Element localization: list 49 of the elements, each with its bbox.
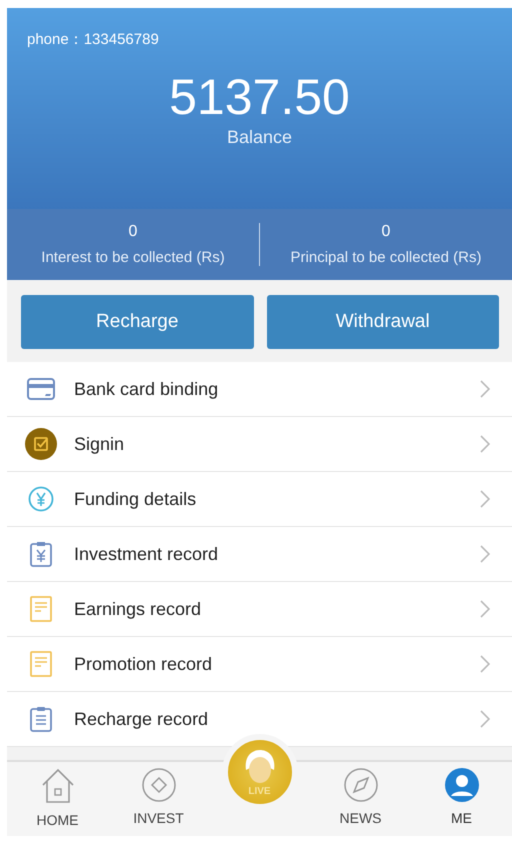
nav-tab[interactable]: ME — [411, 762, 512, 836]
menu-item[interactable]: Signin — [7, 417, 512, 472]
diamond-circle-icon — [142, 768, 176, 802]
phone-number: phone：133456789 — [27, 30, 159, 49]
nav-tab[interactable]: INVEST — [108, 762, 209, 836]
menu-label: Signin — [74, 434, 126, 455]
recharge-button[interactable]: Recharge — [21, 295, 254, 350]
balance-amount: 5137.50 — [169, 69, 350, 125]
chevron-right-icon — [480, 710, 490, 728]
clipboard-icon — [30, 706, 52, 732]
menu-label: Promotion record — [74, 654, 214, 675]
check-icon — [24, 428, 56, 460]
nav-label: NEWS — [340, 810, 382, 826]
nav-label: ME — [451, 810, 472, 826]
stat-value: 0 — [382, 223, 390, 242]
menu-label: Recharge record — [74, 708, 210, 730]
menu-item[interactable]: Promotion record — [7, 637, 512, 692]
chevron-right-icon — [480, 655, 490, 674]
nav-label: HOME — [36, 812, 78, 828]
stat-label: Principal to be collected (Rs) — [290, 249, 482, 266]
yen-icon — [28, 486, 54, 512]
stat-label: Interest to be collected (Rs) — [41, 249, 225, 266]
menu-item[interactable]: Bank card binding — [7, 362, 512, 418]
chevron-right-icon — [480, 380, 490, 398]
menu-item[interactable]: Investment record — [7, 527, 512, 582]
chevron-right-icon — [480, 435, 490, 454]
chevron-right-icon — [480, 545, 490, 564]
user-icon — [444, 768, 478, 802]
chevron-right-icon — [480, 490, 490, 508]
stat-value: 0 — [128, 223, 138, 242]
balance-label: Balance — [226, 127, 292, 148]
menu-item[interactable]: Earnings record — [7, 582, 512, 638]
compass-icon — [344, 768, 378, 802]
document-icon — [30, 651, 52, 678]
menu-label: Investment record — [74, 544, 220, 565]
clipboard-icon — [30, 541, 52, 568]
nav-tab[interactable]: HOME — [7, 762, 108, 836]
menu-label: Bank card binding — [74, 378, 220, 400]
menu-label: Earnings record — [74, 598, 202, 620]
chevron-right-icon — [480, 600, 490, 618]
document-icon — [30, 596, 52, 622]
live-label: LIVE — [248, 786, 271, 798]
menu-label: Funding details — [74, 488, 198, 510]
menu-item[interactable]: Funding details — [7, 472, 512, 528]
nav-label: INVEST — [133, 810, 184, 826]
home-icon — [40, 768, 74, 804]
nav-tab[interactable]: NEWS — [310, 762, 411, 836]
card-icon — [26, 378, 54, 400]
withdrawal-button[interactable]: Withdrawal — [266, 295, 499, 350]
